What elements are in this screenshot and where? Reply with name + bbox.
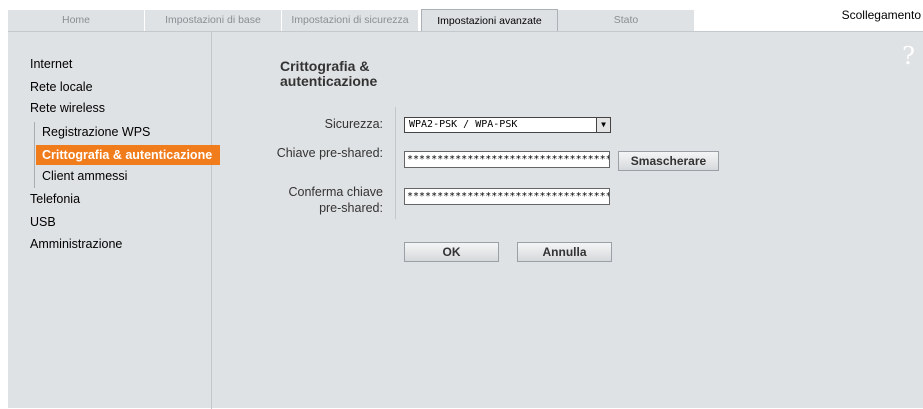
tab-home[interactable]: Home xyxy=(8,10,145,31)
security-label: Sicurezza: xyxy=(324,117,383,131)
psk-input[interactable]: ************************************ xyxy=(404,151,610,168)
logout-link[interactable]: Scollegamento xyxy=(842,8,921,22)
confirm-label: Conferma chiave pre-shared: xyxy=(289,184,384,216)
psk-label: Chiave pre-shared: xyxy=(276,146,383,160)
security-select[interactable]: WPA2-PSK / WPA-PSK ▼ xyxy=(404,117,611,133)
page-title: Crittografia & autenticazione xyxy=(280,59,377,89)
tab-basic-settings[interactable]: Impostazioni di base xyxy=(145,10,282,31)
confirm-input[interactable]: ************************************ xyxy=(404,188,610,205)
form-divider xyxy=(395,107,396,219)
sidebar: Internet Rete locale Rete wireless Regis… xyxy=(8,32,220,409)
sidebar-item-internet[interactable]: Internet xyxy=(30,57,72,71)
confirm-label-line2: pre-shared: xyxy=(319,201,383,215)
cancel-button[interactable]: Annulla xyxy=(517,242,612,262)
confirm-label-line1: Conferma chiave xyxy=(288,185,384,199)
sidebar-item-usb[interactable]: USB xyxy=(30,215,56,229)
sidebar-item-local-network[interactable]: Rete locale xyxy=(30,80,93,94)
chevron-down-icon: ▼ xyxy=(596,118,610,132)
tab-status[interactable]: Stato xyxy=(558,10,695,31)
unmask-button[interactable]: Smascherare xyxy=(618,151,719,171)
sidebar-item-telephony[interactable]: Telefonia xyxy=(30,192,80,206)
page-title-line1: Crittografia & xyxy=(280,58,370,74)
help-icon[interactable]: ? xyxy=(902,42,915,70)
page-title-line2: autenticazione xyxy=(280,73,378,89)
sidebar-item-wps[interactable]: Registrazione WPS xyxy=(42,125,150,139)
tab-advanced-settings[interactable]: Impostazioni avanzate xyxy=(421,9,558,32)
security-select-value: WPA2-PSK / WPA-PSK xyxy=(409,119,518,130)
sidebar-item-encryption[interactable]: Crittografia & autenticazione xyxy=(36,145,220,165)
ok-button[interactable]: OK xyxy=(404,242,499,262)
main-panel: Internet Rete locale Rete wireless Regis… xyxy=(8,31,923,409)
top-navigation: Home Impostazioni di base Impostazioni d… xyxy=(0,0,923,32)
submenu-divider xyxy=(34,122,35,188)
tab-security-settings[interactable]: Impostazioni di sicurezza xyxy=(282,10,419,31)
sidebar-item-allowed-clients[interactable]: Client ammessi xyxy=(42,169,127,183)
sidebar-item-administration[interactable]: Amministrazione xyxy=(30,237,122,251)
sidebar-item-wireless[interactable]: Rete wireless xyxy=(30,101,105,115)
